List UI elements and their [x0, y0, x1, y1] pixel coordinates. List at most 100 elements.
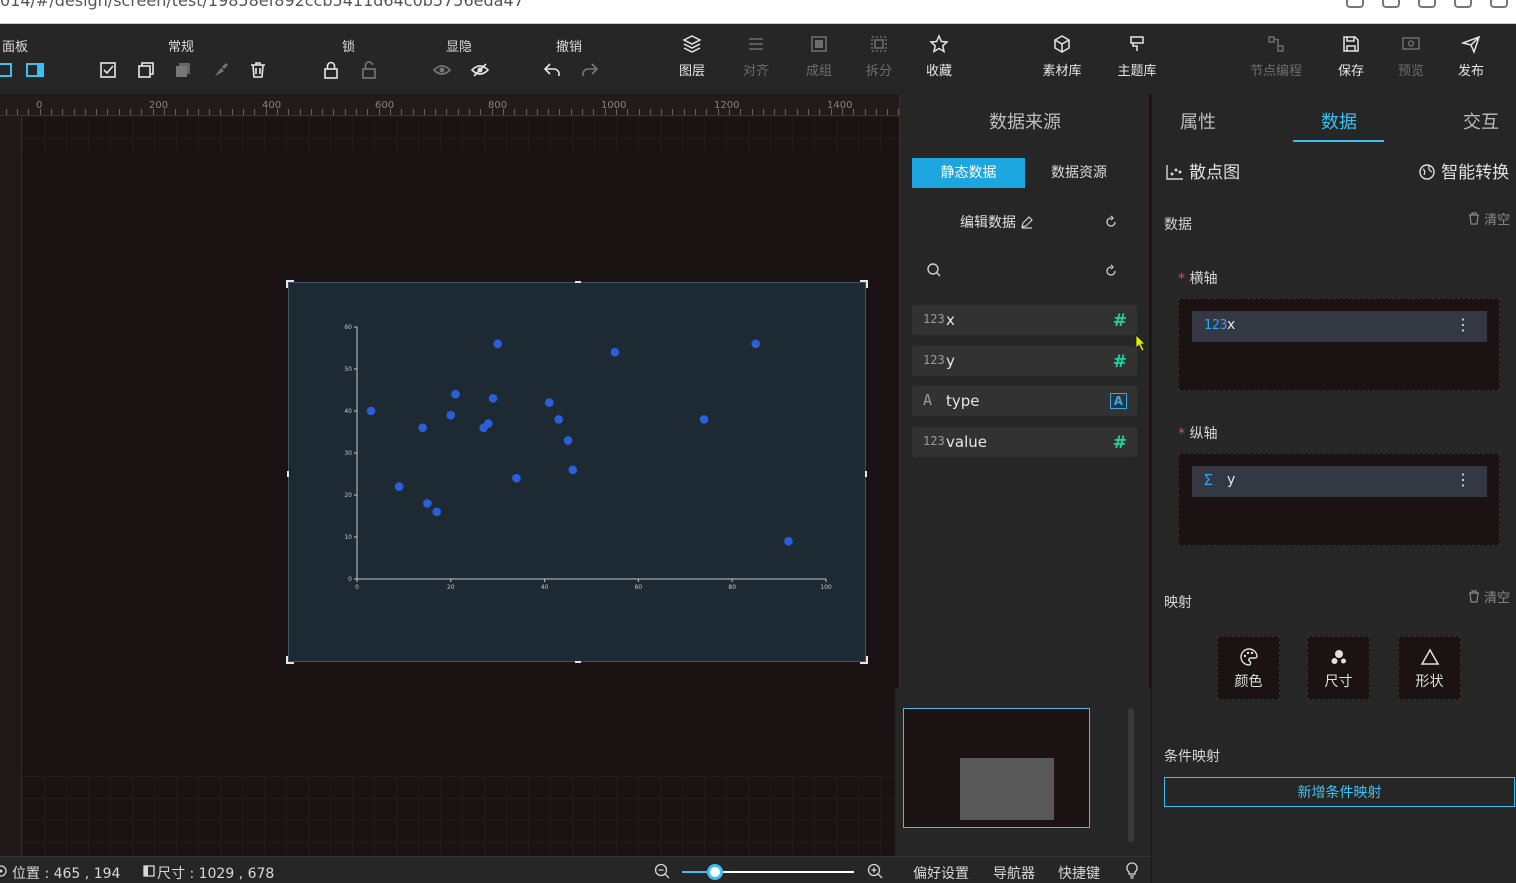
ruler-tick [808, 109, 810, 115]
x-axis-field-chip[interactable]: 123 x ⋮ [1192, 311, 1487, 342]
window-icon[interactable] [1454, 0, 1472, 8]
save-button[interactable]: 保存 [1326, 34, 1376, 79]
triangle-icon [1420, 648, 1439, 665]
scatter-chart-widget[interactable]: 0 10 20 30 40 50 60 0 20 40 60 80 100 [286, 280, 868, 664]
ungroup-button[interactable]: 拆分 [854, 34, 904, 79]
field-item-type[interactable]: A type A [912, 386, 1137, 416]
clear-data-button[interactable]: 清空 [1468, 209, 1510, 228]
redo-icon[interactable] [579, 59, 601, 81]
ruler-tick [84, 109, 86, 115]
design-canvas[interactable]: 0 200 400 600 800 1000 1200 1400 0 10 20 30 40 50 60 0… [0, 94, 899, 856]
unlock-icon[interactable] [358, 59, 380, 81]
y-axis-text: 纵轴 [1189, 426, 1218, 442]
edit-data-button[interactable]: 编辑数据 [960, 212, 1034, 232]
ruler-tick [875, 109, 877, 115]
share-icon[interactable] [1382, 0, 1400, 8]
zoom-in-icon[interactable] [867, 863, 883, 879]
navigator-minimap[interactable] [895, 688, 1151, 856]
resize-handle-top[interactable] [575, 281, 581, 283]
clear-mapping-button[interactable]: 清空 [1468, 587, 1510, 606]
assets-button[interactable]: 素材库 [1037, 34, 1087, 79]
map-color-button[interactable]: 颜色 [1217, 636, 1280, 700]
resize-handle-br[interactable] [860, 656, 868, 664]
resize-handle-bl[interactable] [286, 656, 294, 664]
resize-handle-tl[interactable] [286, 280, 294, 288]
panel-right-icon[interactable] [24, 59, 46, 81]
resize-handle-tr[interactable] [860, 280, 868, 288]
add-conditional-mapping-button[interactable]: 新增条件映射 [1164, 777, 1515, 807]
preview-button[interactable]: 预览 [1386, 34, 1436, 79]
ruler-tick [62, 109, 64, 115]
group-button[interactable]: 成组 [794, 34, 844, 79]
ruler-tick [774, 109, 776, 115]
lock-icon[interactable] [320, 59, 342, 81]
publish-button[interactable]: 发布 [1446, 34, 1496, 79]
ruler-tick [96, 109, 98, 115]
size-readout: 尺寸 : 1029 , 678 [157, 866, 275, 882]
ruler-tick [423, 109, 425, 115]
paste-icon[interactable] [172, 59, 194, 81]
send-icon [1461, 35, 1481, 54]
undo-icon[interactable] [541, 59, 563, 81]
key-icon[interactable] [1346, 0, 1364, 8]
y-tick-label: 30 [344, 450, 352, 457]
tab-attributes[interactable]: 属性 [1180, 108, 1216, 134]
themes-button[interactable]: 主题库 [1112, 34, 1162, 79]
brush-icon[interactable] [210, 59, 232, 81]
ruler-label: 1200 [714, 100, 740, 111]
preferences-button[interactable]: 偏好设置 [913, 863, 969, 883]
scatter-point [568, 465, 578, 475]
favorite-label: 收藏 [925, 64, 952, 79]
field-type-icon: 123 [923, 353, 945, 367]
refresh-icon[interactable] [1104, 215, 1118, 229]
minimap-scrollbar[interactable] [1128, 708, 1134, 842]
navigator-button[interactable]: 导航器 [993, 863, 1035, 883]
copy-icon[interactable] [135, 59, 157, 81]
more-options-icon[interactable]: ⋮ [1455, 315, 1471, 334]
browser-address-bar[interactable]: 014/#/design/screen/test/19858ef892ccb54… [0, 0, 1516, 24]
layers-button[interactable]: 图层 [667, 34, 717, 79]
field-name: value [946, 433, 987, 451]
y-tick-label: 10 [344, 534, 352, 541]
align-button[interactable]: 对齐 [731, 34, 781, 79]
show-icon[interactable] [431, 59, 453, 81]
x-axis-dropzone[interactable]: 123 x ⋮ [1178, 298, 1500, 391]
map-shape-button[interactable]: 形状 [1398, 636, 1461, 700]
star-icon[interactable] [1418, 0, 1436, 8]
y-axis-dropzone[interactable]: Σ y ⋮ [1178, 453, 1500, 546]
ruler-tick [864, 109, 866, 115]
field-item-value[interactable]: 123 value # [912, 427, 1137, 457]
zoom-slider[interactable] [682, 864, 854, 880]
lightbulb-icon[interactable] [1125, 862, 1139, 879]
tab-data-resource[interactable]: 数据资源 [1027, 158, 1131, 188]
shortcuts-button[interactable]: 快捷键 [1058, 863, 1100, 883]
field-item-y[interactable]: 123 y # [912, 346, 1137, 376]
y-axis-field-chip[interactable]: Σ y ⋮ [1192, 466, 1487, 497]
reset-search-icon[interactable] [1104, 264, 1118, 278]
resize-handle-right[interactable] [865, 471, 867, 477]
tab-interaction[interactable]: 交互 [1463, 108, 1499, 134]
resize-handle-bottom[interactable] [575, 661, 581, 663]
minimap-viewport[interactable] [903, 708, 1090, 828]
zoom-slider-knob[interactable] [706, 864, 723, 880]
favorite-button[interactable]: 收藏 [914, 34, 964, 79]
search-icon[interactable] [926, 262, 942, 278]
field-item-x[interactable]: 123 x # [912, 305, 1137, 335]
resize-handle-left[interactable] [287, 471, 289, 477]
tab-static-data[interactable]: 静态数据 [912, 158, 1025, 188]
more-options-icon[interactable]: ⋮ [1455, 470, 1471, 489]
delete-icon[interactable] [247, 59, 269, 81]
profile-icon[interactable] [1490, 0, 1508, 8]
url-text[interactable]: 014/#/design/screen/test/19858ef892ccb54… [0, 0, 524, 10]
field-name: x [946, 311, 955, 329]
panel-left-icon[interactable] [0, 59, 14, 81]
select-icon[interactable] [97, 59, 119, 81]
hide-icon[interactable] [469, 59, 491, 81]
map-size-button[interactable]: 尺寸 [1307, 636, 1370, 700]
tab-data[interactable]: 数据 [1321, 108, 1357, 134]
group-title-visibility: 显隐 [446, 40, 473, 55]
zoom-out-icon[interactable] [654, 863, 670, 879]
save-label: 保存 [1337, 64, 1364, 79]
smart-convert-button[interactable]: 智能转换 [1418, 158, 1509, 183]
node-program-button[interactable]: 节点编程 [1244, 34, 1308, 79]
